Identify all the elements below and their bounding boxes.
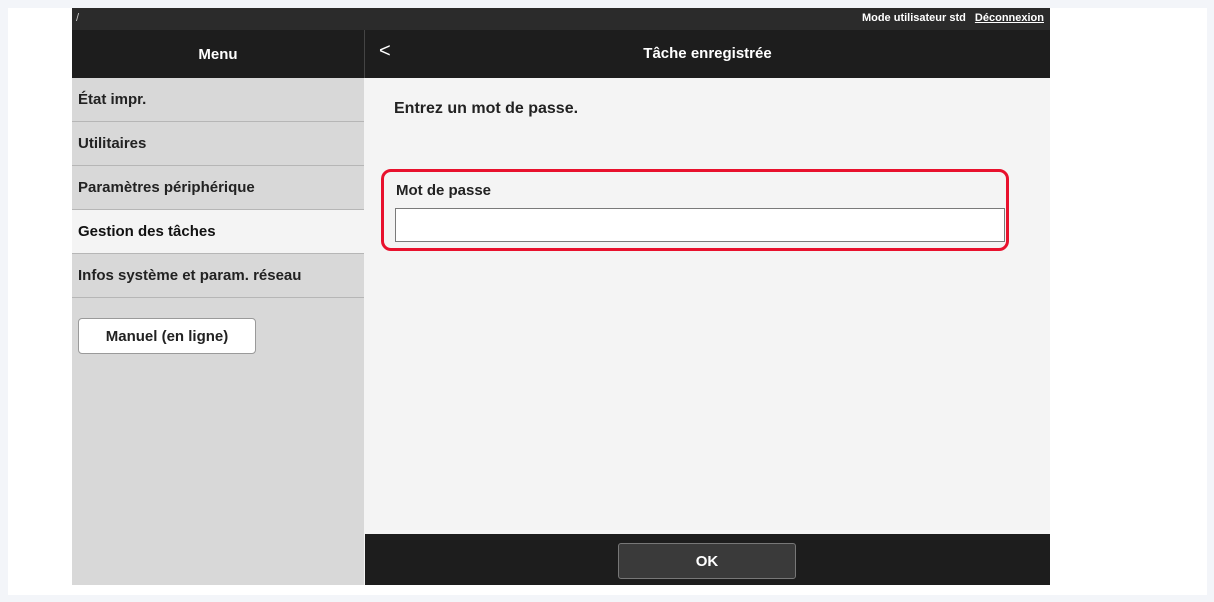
page-title: Tâche enregistrée	[643, 45, 772, 62]
user-mode-label: Mode utilisateur std	[861, 12, 966, 24]
status-bar: / Mode utilisateur std Déconnexion	[72, 8, 1050, 30]
password-label: Mot de passe	[396, 182, 492, 199]
sidebar: État impr. Utilitaires Paramètres périph…	[72, 78, 364, 585]
printer-remote-ui: / Mode utilisateur std Déconnexion Menu …	[72, 8, 1050, 585]
menu-header: Menu	[72, 30, 365, 78]
logout-link[interactable]: Déconnexion	[975, 12, 1044, 24]
sidebar-item-infos-systeme[interactable]: Infos système et param. réseau	[72, 254, 364, 298]
main-content: Entrez un mot de passe. Mot de passe	[365, 78, 1050, 534]
footer-bar: OK	[365, 534, 1050, 585]
sidebar-item-parametres-peripherique[interactable]: Paramètres périphérique	[72, 166, 364, 210]
content-header: < Tâche enregistrée	[365, 30, 1050, 78]
sidebar-item-etat-impr[interactable]: État impr.	[72, 78, 364, 122]
password-highlight-box: Mot de passe	[381, 169, 1009, 251]
sidebar-item-gestion-des-taches[interactable]: Gestion des tâches	[72, 210, 364, 254]
password-input[interactable]	[395, 208, 1005, 242]
manual-online-button[interactable]: Manuel (en ligne)	[78, 318, 256, 354]
sidebar-item-utilitaires[interactable]: Utilitaires	[72, 122, 364, 166]
breadcrumb: /	[76, 12, 80, 24]
ok-button[interactable]: OK	[618, 543, 796, 579]
instruction-text: Entrez un mot de passe.	[394, 100, 579, 117]
